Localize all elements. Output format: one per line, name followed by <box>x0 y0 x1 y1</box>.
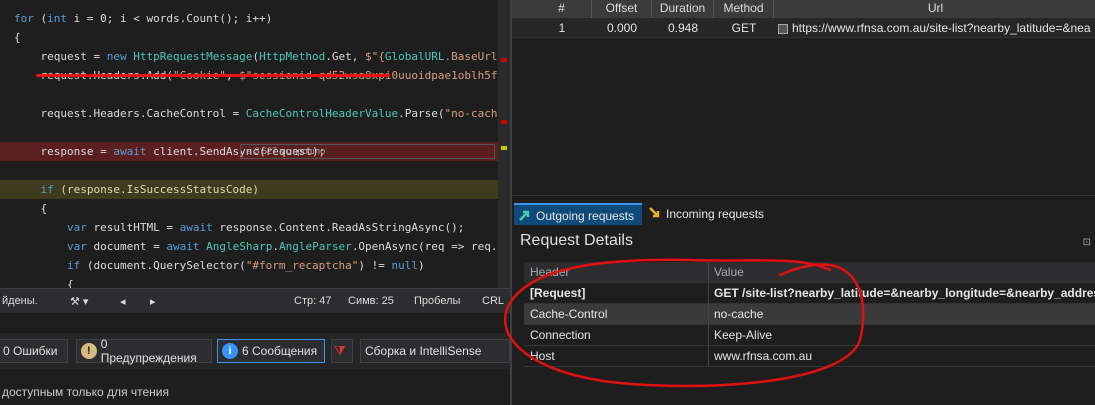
details-col-divider <box>708 262 709 283</box>
details-header-item[interactable]: Cache-Control no-cache <box>524 304 1095 325</box>
col-offset[interactable]: Offset <box>592 0 652 18</box>
details-header-item[interactable]: Connection Keep-Alive <box>524 325 1095 346</box>
header-key: Host <box>530 349 555 363</box>
row-method: GET <box>731 21 757 35</box>
request-inspector-panel: # Offset Duration Method Url 1 0.000 0.9… <box>510 0 1095 405</box>
request-tabs: Outgoing requests Incoming requests <box>512 203 1095 225</box>
status-left-text: йдены. <box>2 295 38 307</box>
col-num[interactable]: # <box>532 0 592 18</box>
request-row[interactable]: 1 0.000 0.948 GET https://www.rfnsa.com.… <box>512 18 1095 38</box>
row-url-cell: https://www.rfnsa.com.au/site-list?nearb… <box>778 18 1095 38</box>
editor-scrollbar[interactable] <box>498 0 510 288</box>
row-duration: 0.948 <box>667 21 699 35</box>
status-spaces[interactable]: Пробелы <box>414 295 460 307</box>
nav-forward-icon[interactable]: ▸ <box>150 295 156 308</box>
outgoing-arrow-icon <box>519 210 530 221</box>
perf-tip: ≤ 3 527 мс прошло <box>240 144 495 159</box>
editor-statusbar: йдены. ⚒ ▾ ◂ ▸ Стр: 47 Симв: 25 Пробелы … <box>0 288 510 313</box>
header-key: Cache-Control <box>530 307 608 321</box>
details-col-value[interactable]: Value <box>714 262 744 283</box>
error-message-text: доступным только для чтения <box>2 385 170 399</box>
status-line: Стр: 47 <box>294 295 332 307</box>
tab-outgoing[interactable]: Outgoing requests <box>514 203 642 225</box>
details-col-divider <box>708 283 709 304</box>
build-scope-dropdown[interactable]: Сборка и IntelliSense <box>360 339 510 363</box>
row-offset: 0.000 <box>606 21 638 35</box>
code-line[interactable]: { <box>0 28 498 47</box>
info-icon: i <box>222 343 238 359</box>
pin-icon[interactable]: ⊡ <box>1083 237 1091 248</box>
errors-label: 0 Ошибки <box>3 344 58 358</box>
code-line[interactable] <box>0 161 498 180</box>
details-request-row[interactable]: [Request] GET /site-list?nearby_latitude… <box>524 283 1095 304</box>
request-details-table: Header Value [Request] GET /site-list?ne… <box>524 262 1095 367</box>
tab-outgoing-label: Outgoing requests <box>536 209 635 223</box>
header-key: Connection <box>530 328 591 342</box>
status-col: Симв: 25 <box>348 295 394 307</box>
code-line[interactable]: request = new HttpRequestMessage(HttpMet… <box>0 47 510 66</box>
row-num: 1 <box>558 21 566 35</box>
nav-back-icon[interactable]: ◂ <box>120 295 126 308</box>
code-line[interactable]: if (response.IsSuccessStatusCode) <box>0 180 498 199</box>
details-header-item[interactable]: Host www.rfnsa.com.au <box>524 346 1095 367</box>
code-line[interactable]: var resultHTML = await response.Content.… <box>0 218 498 237</box>
code-line[interactable]: request.Headers.CacheControl = CacheCont… <box>0 104 510 123</box>
tab-incoming-label: Incoming requests <box>666 207 765 221</box>
code-line[interactable] <box>0 123 498 142</box>
col-method[interactable]: Method <box>714 0 774 18</box>
code-line[interactable]: for (int i = 0; i < words.Count(); i++) <box>0 9 498 28</box>
header-value: www.rfnsa.com.au <box>714 349 813 363</box>
error-list-toolbar: 0 Ошибки ! 0 Предупреждения i 6 Сообщени… <box>0 333 510 369</box>
header-value: Keep-Alive <box>714 328 773 342</box>
requests-grid-header: # Offset Duration Method Url <box>512 0 1095 18</box>
tab-incoming[interactable]: Incoming requests <box>644 203 772 225</box>
col-url[interactable]: Url <box>774 0 1095 18</box>
warning-icon: ! <box>81 343 97 359</box>
code-line[interactable]: var document = await AngleSharp.AnglePar… <box>0 237 510 256</box>
scroll-marker-error <box>501 58 507 62</box>
code-line[interactable]: if (document.QuerySelector("#form_recapt… <box>0 256 498 275</box>
request-key: [Request] <box>530 286 586 300</box>
details-header-row: Header Value <box>524 262 1095 283</box>
details-col-divider <box>708 325 709 346</box>
incoming-arrow-icon <box>649 207 660 218</box>
code-line[interactable]: { <box>0 199 498 218</box>
scroll-marker-current <box>501 146 507 150</box>
messages-filter-button[interactable]: i 6 Сообщения <box>217 339 325 363</box>
tools-icon[interactable]: ⚒ ▾ <box>70 295 88 308</box>
col-duration[interactable]: Duration <box>652 0 714 18</box>
status-crlf[interactable]: CRL <box>482 295 504 307</box>
details-col-divider <box>708 346 709 367</box>
filter-icon: ⧩ <box>334 343 346 358</box>
row-url: https://www.rfnsa.com.au/site-list?nearb… <box>792 21 1091 35</box>
warnings-label: 0 Предупреждения <box>100 337 197 365</box>
panel-splitter[interactable] <box>512 180 1095 196</box>
details-col-header[interactable]: Header <box>530 262 569 283</box>
warnings-filter-button[interactable]: ! 0 Предупреждения <box>76 337 212 365</box>
error-message-row[interactable]: доступным только для чтения <box>0 383 510 405</box>
code-line[interactable]: { <box>0 275 498 288</box>
filter-button[interactable]: ⧩ <box>331 339 353 363</box>
errors-filter-button[interactable]: 0 Ошибки <box>0 339 68 363</box>
code-line[interactable] <box>0 85 498 104</box>
details-col-divider <box>708 304 709 325</box>
header-value: no-cache <box>714 307 764 321</box>
request-details-title: Request Details <box>520 232 633 249</box>
annotation-underline <box>36 74 390 77</box>
messages-label: 6 Сообщения <box>242 344 318 358</box>
scroll-marker-breakpoint <box>501 120 507 124</box>
url-icon <box>778 23 788 34</box>
code-editor[interactable]: for (int i = 0; i < words.Count(); i++){… <box>0 0 510 288</box>
build-scope-label: Сборка и IntelliSense <box>365 344 482 358</box>
request-value: GET /site-list?nearby_latitude=&nearby_l… <box>714 286 1095 300</box>
